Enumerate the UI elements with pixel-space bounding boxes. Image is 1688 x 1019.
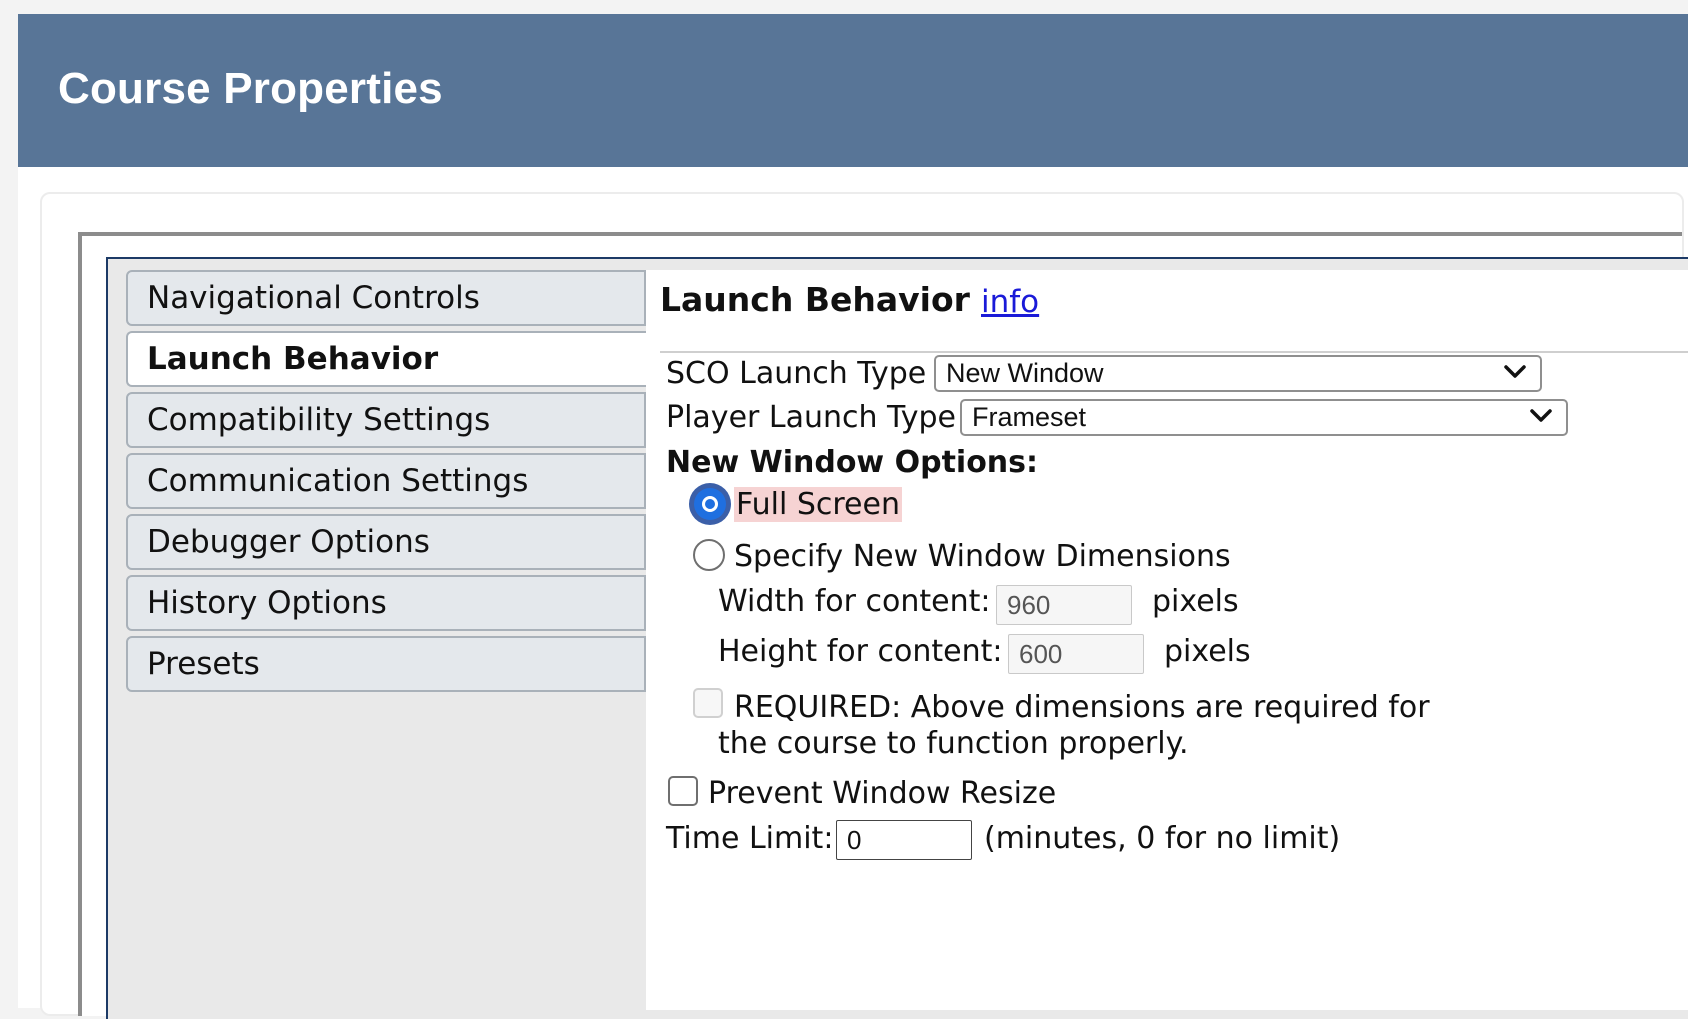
required-checkbox[interactable] [693,688,723,718]
width-label: Width for content: [718,584,991,619]
time-limit-input[interactable]: 0 [836,820,972,860]
sidebar-item-history-options[interactable]: History Options [126,575,646,631]
header-divider [660,351,1688,353]
specify-dimensions-label: Specify New Window Dimensions [734,539,1231,574]
time-limit-note: (minutes, 0 for no limit) [984,821,1341,856]
sidebar-item-presets[interactable]: Presets [126,636,646,692]
page-title: Course Properties [58,64,443,113]
height-input[interactable]: 600 [1008,634,1144,674]
section-title: Launch Behavior [660,280,970,319]
chevron-down-icon [1530,409,1552,422]
required-label-line2: the course to function properly. [718,726,1189,761]
specify-dimensions-radio[interactable] [693,539,725,571]
new-window-options-title: New Window Options: [666,445,1039,480]
sidebar-item-communication-settings[interactable]: Communication Settings [126,453,646,509]
sco-launch-type-value: New Window [946,358,1104,388]
width-input[interactable]: 960 [996,585,1132,625]
sco-launch-type-select[interactable]: New Window [934,355,1542,392]
height-unit: pixels [1164,634,1251,669]
sidebar-item-navigational-controls[interactable]: Navigational Controls [126,270,646,326]
launch-behavior-pane: Launch Behavior info SCO Launch Type New… [646,270,1688,1010]
required-label-line1: REQUIRED: Above dimensions are required … [734,690,1430,725]
title-bar: Course Properties [18,14,1688,167]
full-screen-label: Full Screen [734,487,902,522]
player-launch-type-value: Frameset [972,402,1087,432]
full-screen-label-text: Full Screen [734,487,902,522]
info-link[interactable]: info [981,284,1039,320]
prevent-resize-checkbox[interactable] [668,776,698,806]
time-limit-label: Time Limit: [666,821,834,856]
player-launch-type-label: Player Launch Type [666,400,956,435]
sidebar-item-launch-behavior[interactable]: Launch Behavior [126,331,646,387]
height-label: Height for content: [718,634,1003,669]
prevent-resize-label: Prevent Window Resize [708,776,1057,811]
sidebar-item-debugger-options[interactable]: Debugger Options [126,514,646,570]
settings-sidebar: Navigational Controls Launch Behavior Co… [126,270,646,697]
player-launch-type-select[interactable]: Frameset [960,399,1568,436]
full-screen-radio[interactable] [694,488,726,520]
chevron-down-icon [1504,365,1526,378]
width-unit: pixels [1152,584,1239,619]
sco-launch-type-label: SCO Launch Type [666,356,927,391]
sidebar-item-compatibility-settings[interactable]: Compatibility Settings [126,392,646,448]
